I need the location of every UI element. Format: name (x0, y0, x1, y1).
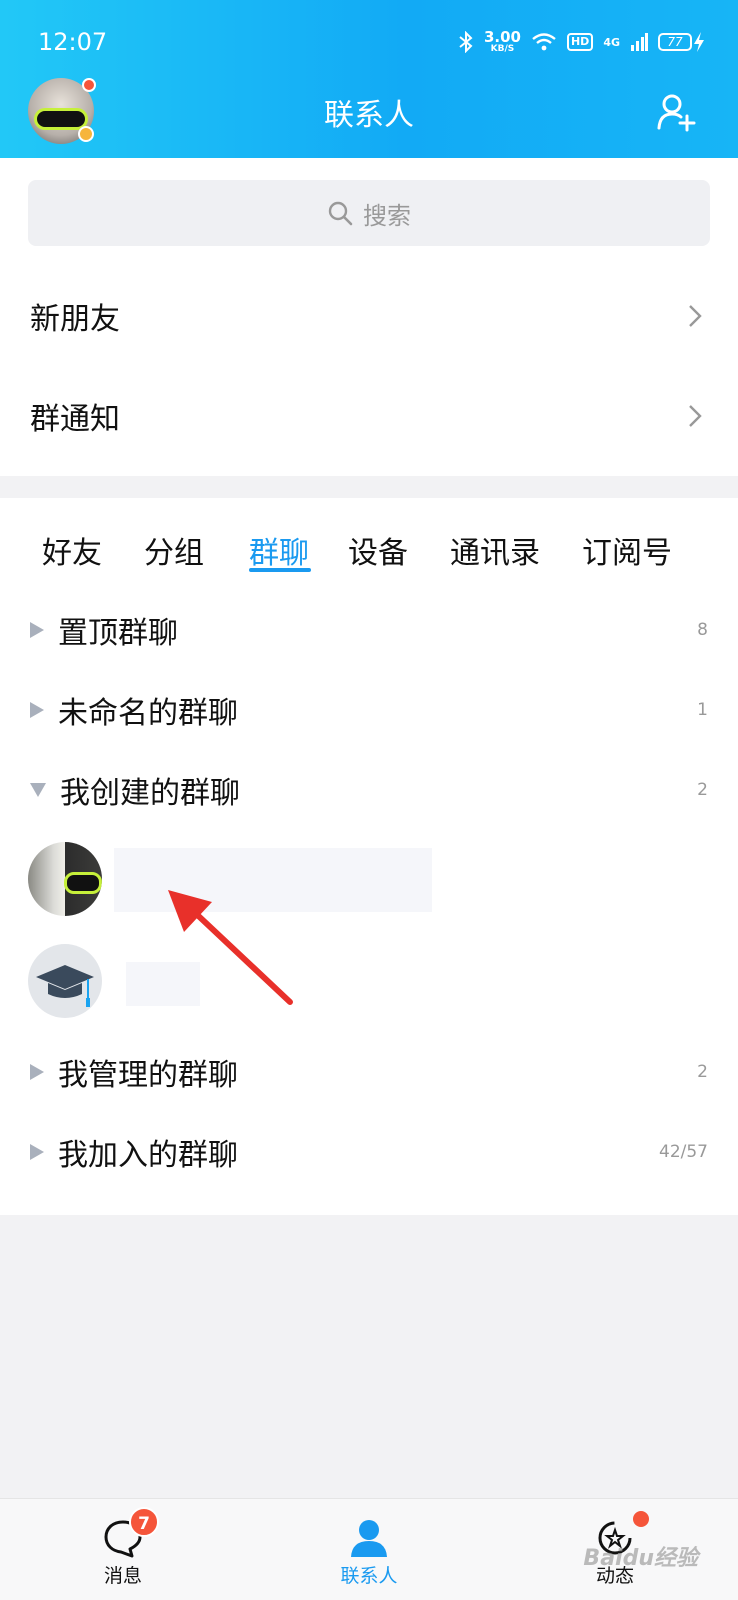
collapse-arrow-icon (30, 783, 46, 797)
tab-address-book[interactable]: 通讯录 (450, 528, 540, 572)
tab-group-chats[interactable]: 群聊 (249, 528, 309, 572)
hd-icon: HD (566, 33, 594, 51)
unread-badge: 7 (129, 1507, 159, 1537)
group-section: 好友 分组 群聊 设备 通讯录 订阅号 置顶群聊 8 未命名的群聊 1 我创建的… (0, 498, 738, 1215)
expand-arrow-icon (30, 622, 44, 638)
signal-icon (631, 33, 648, 51)
category-count: 2 (697, 780, 708, 800)
chevron-right-icon (689, 405, 702, 427)
tab-subscriptions[interactable]: 订阅号 (582, 528, 672, 572)
category-joined[interactable]: 我加入的群聊 42/57 (0, 1112, 738, 1192)
category-label: 我创建的群聊 (60, 776, 240, 811)
category-label: 置顶群聊 (58, 616, 178, 651)
new-feed-dot (633, 1511, 649, 1527)
top-section: 搜索 新朋友 群通知 (0, 158, 738, 476)
chevron-right-icon (689, 305, 702, 327)
category-pinned[interactable]: 置顶群聊 8 (0, 590, 738, 670)
new-friends-label: 新朋友 (30, 302, 120, 337)
nav-messages[interactable]: 7 消息 (63, 1507, 183, 1588)
category-label: 我加入的群聊 (58, 1138, 238, 1173)
add-contact-icon[interactable] (656, 92, 696, 132)
group-notice-row[interactable]: 群通知 (0, 366, 738, 466)
nav-messages-label: 消息 (103, 1565, 142, 1587)
bottom-nav: 7 消息 联系人 动态 Baidu经验 (0, 1498, 738, 1600)
page-title: 联系人 (324, 98, 414, 133)
tab-groups[interactable]: 分组 (144, 528, 204, 572)
contact-tabs: 好友 分组 群聊 设备 通讯录 订阅号 (0, 528, 738, 588)
expand-arrow-icon (30, 702, 44, 718)
group-avatar[interactable] (28, 944, 102, 1018)
status-time: 12:07 (38, 28, 108, 56)
annotation-arrow-icon (168, 890, 293, 1005)
avatar-goggles (64, 872, 102, 894)
group-notice-label: 群通知 (30, 402, 120, 437)
category-label: 未命名的群聊 (58, 696, 238, 731)
new-friends-row[interactable]: 新朋友 (0, 266, 738, 366)
group-avatar[interactable] (28, 842, 102, 916)
wifi-icon (532, 33, 556, 51)
category-count: 8 (697, 620, 708, 640)
graduation-cap-icon (36, 965, 94, 1007)
category-count: 42/57 (659, 1142, 708, 1162)
watermark: Baidu经验 (583, 1546, 698, 1571)
nav-contacts[interactable]: 联系人 (309, 1515, 429, 1588)
app-header: 12:07 3.00 KB/S HD 4G 77 联系人 (0, 0, 738, 158)
person-icon (351, 1520, 387, 1557)
search-placeholder: 搜索 (363, 201, 411, 230)
status-icons: 3.00 KB/S HD 4G 77 (458, 30, 706, 54)
network-type: 4G (603, 35, 620, 49)
tab-devices[interactable]: 设备 (348, 528, 408, 572)
active-tab-indicator (249, 568, 311, 572)
category-managed[interactable]: 我管理的群聊 2 (0, 1032, 738, 1112)
charging-icon (694, 32, 704, 52)
bluetooth-icon (459, 31, 473, 53)
nav-contacts-label: 联系人 (340, 1565, 398, 1587)
expand-arrow-icon (30, 1064, 44, 1080)
category-created[interactable]: 我创建的群聊 2 (0, 750, 738, 830)
net-speed: 3.00 KB/S (483, 28, 521, 54)
search-input[interactable]: 搜索 (28, 180, 710, 246)
expand-arrow-icon (30, 1144, 44, 1160)
search-icon (328, 201, 353, 226)
category-unnamed[interactable]: 未命名的群聊 1 (0, 670, 738, 750)
category-count: 2 (697, 1062, 708, 1082)
category-label: 我管理的群聊 (58, 1058, 238, 1093)
tab-friends[interactable]: 好友 (42, 528, 102, 572)
battery-icon: 77 (658, 31, 706, 53)
category-count: 1 (697, 700, 708, 720)
